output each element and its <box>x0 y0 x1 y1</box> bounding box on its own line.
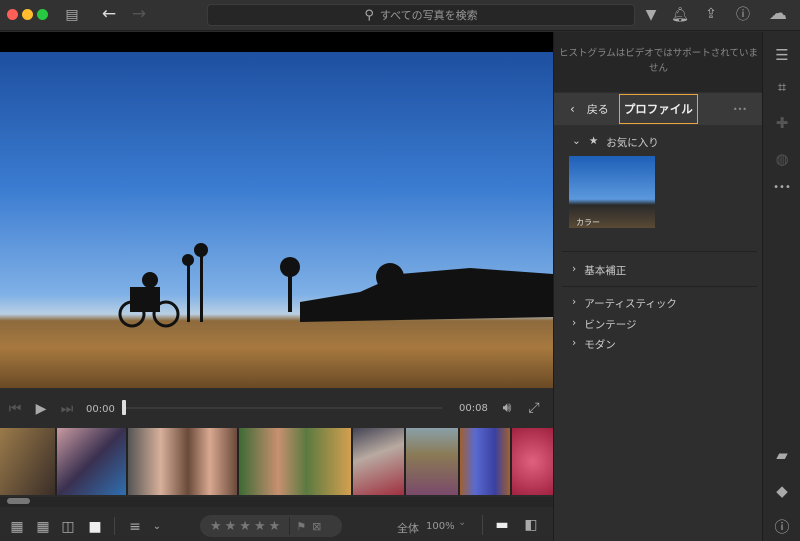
cloud-icon[interactable]: ☁ <box>765 4 791 24</box>
tool-strip: ☰ ⌗ ✚ ◍ ••• ▰ ◆ ⓘ <box>762 32 800 541</box>
help-icon[interactable]: ⓘ <box>733 5 753 25</box>
profile-thumbnail-label: カラー <box>576 218 600 227</box>
filmstrip-thumbnail[interactable] <box>57 428 126 495</box>
filmstrip-thumbnail[interactable] <box>353 428 404 495</box>
back-arrow-icon[interactable]: ← <box>99 4 119 24</box>
chevron-down-icon[interactable]: ⌄ <box>150 517 164 537</box>
group-label: モダン <box>584 339 616 351</box>
sliders-icon[interactable]: ☰ <box>763 46 800 64</box>
scrollbar-thumb[interactable] <box>7 498 30 504</box>
divider <box>562 251 757 252</box>
video-viewer[interactable] <box>0 32 553 388</box>
zoom-level[interactable]: 100% <box>426 521 455 532</box>
title-bar: ▤ ← → ⚲ すべての写真を検索 ▼ 🔔︎ ⇪ ⓘ ☁ <box>0 0 800 31</box>
profile-group-basic[interactable]: › 基本補正 <box>572 263 626 278</box>
filmstrip-thumbnail[interactable] <box>128 428 237 495</box>
compare-view-icon[interactable]: ◫ <box>59 517 77 537</box>
search-placeholder: すべての写真を検索 <box>379 9 478 22</box>
duration: 00:08 <box>459 403 488 414</box>
detail-view-icon[interactable]: ■ <box>86 517 104 537</box>
filmstrip <box>0 428 553 495</box>
histogram-message: ヒストグラムはビデオではサポートされていません <box>554 32 763 92</box>
crop-icon[interactable]: ⌗ <box>763 78 800 96</box>
star-icon: ★ <box>588 135 599 147</box>
current-time: 00:00 <box>86 403 115 415</box>
flag-reject-icon[interactable]: ⊠ <box>312 520 321 533</box>
more-tools-icon[interactable]: ••• <box>763 182 800 193</box>
zoom-chevron-icon[interactable]: ⌄ <box>458 517 466 528</box>
chevron-right-icon: › <box>572 296 577 308</box>
profile-thumbnail-color[interactable]: カラー <box>569 156 655 228</box>
filmstrip-scrollbar[interactable] <box>0 497 553 507</box>
profile-title: プロファイル <box>618 94 698 124</box>
group-label: ビンテージ <box>584 319 637 331</box>
rating-flag-control: ★★★★★ ⚑ ⊠ <box>200 515 342 537</box>
search-input[interactable]: ⚲ すべての写真を検索 <box>207 4 635 26</box>
sort-icon[interactable]: ≡ <box>126 517 144 537</box>
back-button[interactable]: 戻る <box>587 101 609 117</box>
profile-group-modern[interactable]: › モダン <box>572 337 616 352</box>
group-label: アーティスティック <box>584 298 677 310</box>
profile-group-vintage[interactable]: › ビンテージ <box>572 317 637 332</box>
masking-icon[interactable]: ◍ <box>763 150 800 168</box>
before-after-icon[interactable]: ◧ <box>521 515 541 535</box>
search-icon: ⚲ <box>364 7 374 23</box>
video-scrubber-track[interactable] <box>126 407 442 409</box>
favorites-label: お気に入り <box>606 137 659 149</box>
more-options-button[interactable]: ••• <box>733 105 747 114</box>
profile-group-artistic[interactable]: › アーティスティック <box>572 296 677 311</box>
minimize-window-button[interactable] <box>22 9 33 20</box>
tag-icon[interactable]: ◆ <box>763 482 800 500</box>
filmstrip-thumbnail[interactable] <box>0 428 55 495</box>
next-frame-icon[interactable]: ⏭ <box>56 399 78 419</box>
fullscreen-icon[interactable]: ⤢ <box>524 398 544 418</box>
zoom-fit-label[interactable]: 全体 <box>397 520 419 536</box>
filmstrip-thumbnail[interactable] <box>460 428 510 495</box>
chevron-right-icon: › <box>572 317 577 329</box>
close-window-button[interactable] <box>7 9 18 20</box>
video-scene <box>118 243 553 328</box>
filmstrip-thumbnail[interactable] <box>512 428 553 495</box>
share-icon[interactable]: ⇪ <box>701 4 721 24</box>
chevron-right-icon: › <box>572 263 577 275</box>
chevron-down-icon: ⌄ <box>572 135 581 147</box>
divider <box>562 286 757 287</box>
filmstrip-thumbnail[interactable] <box>406 428 458 495</box>
sidebar-toggle-icon[interactable]: ▤ <box>62 5 82 25</box>
forward-arrow-icon[interactable]: → <box>129 4 149 24</box>
info-icon[interactable]: ⓘ <box>763 516 800 537</box>
zoom-window-button[interactable] <box>37 9 48 20</box>
photo-grid-icon[interactable]: ▦ <box>34 517 52 537</box>
play-icon[interactable]: ▶ <box>30 399 52 419</box>
chevron-right-icon: › <box>572 337 577 349</box>
favorites-group-header[interactable]: ⌄ ★ お気に入り <box>572 135 659 150</box>
flag-pick-icon[interactable]: ⚑ <box>296 520 306 533</box>
edit-panel: ヒストグラムはビデオではサポートされていません ‹ 戻る プロファイル ••• … <box>553 32 763 541</box>
video-scrubber-handle[interactable] <box>122 400 126 415</box>
square-grid-icon[interactable]: ▦ <box>8 517 26 537</box>
bell-icon[interactable]: 🔔︎ <box>670 5 690 25</box>
back-chevron-icon[interactable]: ‹ <box>570 102 575 116</box>
comment-icon[interactable]: ▰ <box>763 446 800 464</box>
filmstrip-thumbnail[interactable] <box>239 428 351 495</box>
previous-frame-icon[interactable]: ⏮ <box>4 399 26 419</box>
divider <box>289 517 291 535</box>
divider <box>482 515 483 535</box>
star-rating[interactable]: ★★★★★ <box>210 519 283 534</box>
profile-header: ‹ 戻る プロファイル ••• <box>554 93 763 125</box>
filmstrip-toggle-icon[interactable]: ▬ <box>492 515 512 535</box>
volume-icon[interactable]: 🔊︎ <box>497 398 517 418</box>
video-frame <box>0 52 553 388</box>
filter-icon[interactable]: ▼ <box>641 5 661 25</box>
group-label: 基本補正 <box>584 265 627 277</box>
healing-brush-icon[interactable]: ✚ <box>763 114 800 132</box>
divider <box>114 517 115 535</box>
